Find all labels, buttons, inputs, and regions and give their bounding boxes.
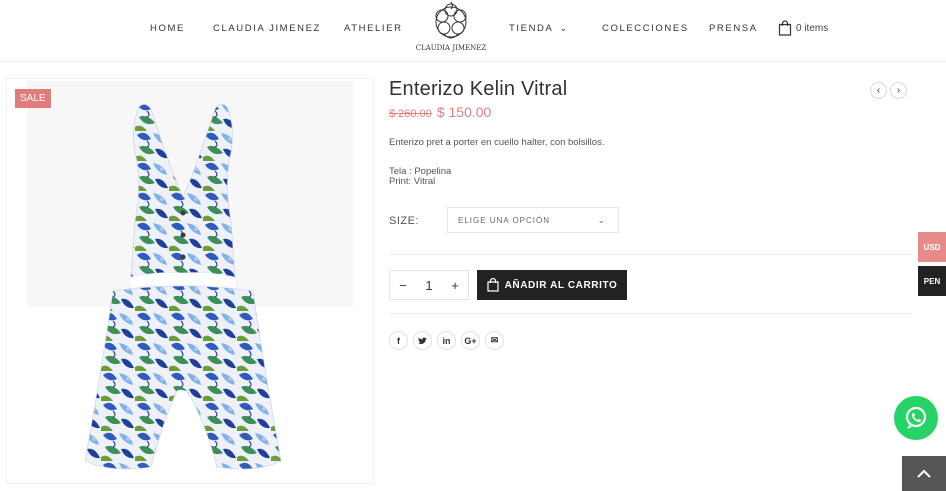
whatsapp-button[interactable] xyxy=(894,396,938,440)
nav-tienda-label: TIENDA xyxy=(509,23,554,34)
sale-badge: SALE xyxy=(15,89,51,108)
site-header: HOME CLAUDIA JIMENEZ ATHELIER CLAUDIA JI… xyxy=(0,0,946,62)
shopping-bag-icon xyxy=(486,278,499,292)
whatsapp-icon xyxy=(905,406,927,429)
old-price: $ 260.00 xyxy=(389,108,432,120)
product-navigation: ‹ › xyxy=(870,82,907,99)
cart-count: 0 items xyxy=(796,22,829,34)
size-select[interactable]: ELIGE UNA OPCIÓN ⌄ xyxy=(447,207,619,233)
product-title: Enterizo Kelin Vitral xyxy=(389,78,568,100)
prev-product-icon[interactable]: ‹ xyxy=(870,82,887,99)
nav-athelier[interactable]: ATHELIER xyxy=(344,23,403,34)
nav-colecciones[interactable]: COLECCIONES xyxy=(602,23,689,34)
product-image-gallery[interactable]: SALE xyxy=(6,78,374,484)
nav-home[interactable]: HOME xyxy=(150,23,185,34)
twitter-bird-icon xyxy=(418,337,427,344)
quantity-plus-button[interactable]: + xyxy=(442,278,468,293)
logo-emblem-icon xyxy=(435,1,467,39)
product-price: $ 260.00 $ 150.00 xyxy=(389,104,491,120)
cart-link[interactable]: 0 items xyxy=(778,20,828,36)
chevron-up-icon xyxy=(917,469,931,478)
twitter-icon[interactable] xyxy=(413,331,432,350)
sale-price: $ 150.00 xyxy=(436,104,492,120)
facebook-icon[interactable]: f xyxy=(389,331,408,350)
add-to-cart-button[interactable]: AÑADIR AL CARRITO xyxy=(477,270,627,300)
email-icon[interactable]: ✉ xyxy=(485,331,504,350)
divider xyxy=(389,313,911,314)
quantity-minus-button[interactable]: − xyxy=(390,278,416,293)
linkedin-icon[interactable]: in xyxy=(437,331,456,350)
size-label: SIZE: xyxy=(389,215,420,227)
nav-prensa[interactable]: PRENSA xyxy=(709,23,758,34)
currency-usd-button[interactable]: USD xyxy=(918,232,946,262)
chevron-down-icon: ⌄ xyxy=(559,23,569,33)
nav-tienda[interactable]: TIENDA ⌄ xyxy=(509,23,569,34)
quantity-value[interactable]: 1 xyxy=(416,278,442,293)
product-image[interactable] xyxy=(67,101,297,484)
divider xyxy=(389,254,911,255)
product-print: Print: Vitral xyxy=(389,176,436,187)
chevron-down-icon: ⌄ xyxy=(597,215,606,225)
add-to-cart-label: AÑADIR AL CARRITO xyxy=(504,279,618,291)
product-description: Enterizo pret a porter en cuello halter,… xyxy=(389,137,605,148)
nav-claudia-jimenez[interactable]: CLAUDIA JIMENEZ xyxy=(213,23,321,34)
size-select-value: ELIGE UNA OPCIÓN xyxy=(458,215,551,225)
logo-text: CLAUDIA JIMENEZ xyxy=(415,44,487,52)
share-buttons: f in G+ ✉ xyxy=(389,331,504,350)
brand-logo[interactable]: CLAUDIA JIMENEZ xyxy=(414,0,488,60)
quantity-stepper[interactable]: − 1 + xyxy=(389,270,469,300)
shopping-bag-icon xyxy=(778,20,792,36)
next-product-icon[interactable]: › xyxy=(890,82,907,99)
currency-pen-button[interactable]: PEN xyxy=(918,266,946,296)
google-plus-icon[interactable]: G+ xyxy=(461,331,480,350)
scroll-to-top-button[interactable] xyxy=(902,456,946,491)
